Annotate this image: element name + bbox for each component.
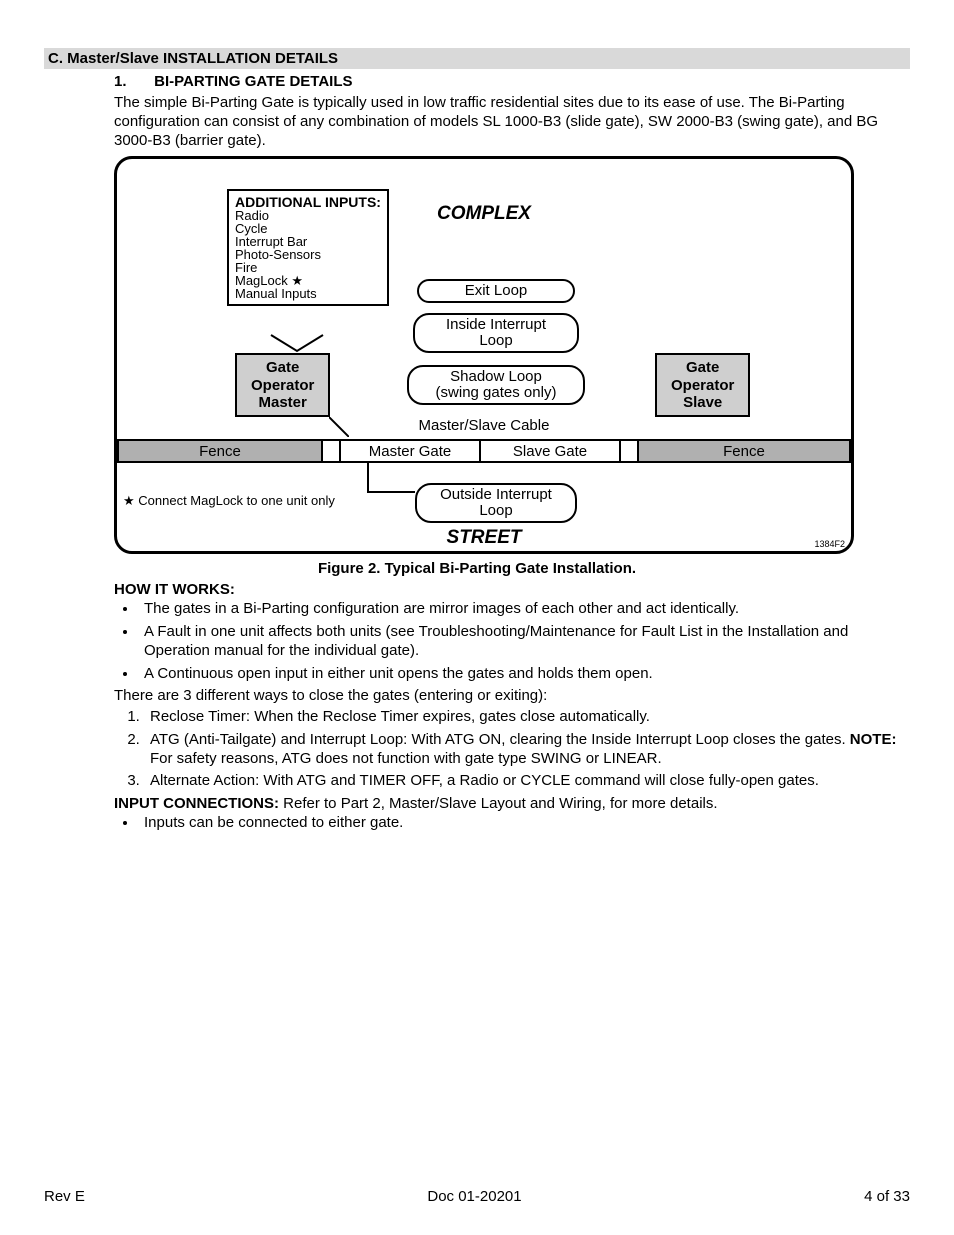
slave-gate-cell: Slave Gate	[481, 439, 621, 463]
master-gate-cell: Master Gate	[341, 439, 481, 463]
page-footer: Rev E Doc 01-20201 4 of 33	[44, 1188, 910, 1205]
inputconn-bullet: Inputs can be connected to either gate.	[138, 814, 910, 833]
inputs-list: Radio Cycle Interrupt Bar Photo-Sensors …	[235, 209, 381, 300]
fence-left: Fence	[117, 439, 323, 463]
section-heading: C. Master/Slave INSTALLATION DETAILS	[44, 48, 910, 69]
gate-operator-slave-label: GateOperatorSlave	[671, 359, 734, 411]
figure-bottom-area: Outside InterruptLoop ★ Connect MagLock …	[117, 463, 851, 551]
shadow-loop-box: Shadow Loop(swing gates only)	[407, 365, 585, 405]
input-connections-line: INPUT CONNECTIONS: Refer to Part 2, Mast…	[114, 795, 910, 814]
fence-gate-row: Fence Master Gate Slave Gate Fence	[117, 439, 851, 463]
input-connections-bullets: Inputs can be connected to either gate.	[114, 814, 910, 833]
figure-code: 1384F2	[814, 539, 845, 549]
connector-line-horiz-icon	[367, 491, 415, 493]
connector-line-icon	[367, 463, 369, 491]
inputs-title: ADDITIONAL INPUTS:	[235, 195, 381, 209]
post-right	[621, 439, 639, 463]
maglock-note: ★ Connect MagLock to one unit only	[123, 493, 335, 509]
hiw-bullet-2: A Fault in one unit affects both units (…	[138, 623, 910, 661]
input-manual: Manual Inputs	[235, 287, 381, 300]
figure-caption: Figure 2. Typical Bi-Parting Gate Instal…	[44, 560, 910, 577]
fence-right: Fence	[639, 439, 851, 463]
ways-intro: There are 3 different ways to close the …	[114, 687, 910, 706]
footer-rev: Rev E	[44, 1188, 85, 1205]
additional-inputs-box: ADDITIONAL INPUTS: Radio Cycle Interrupt…	[227, 189, 389, 306]
way-2: ATG (Anti-Tailgate) and Interrupt Loop: …	[144, 731, 910, 769]
figure-wrapper: COMPLEX ADDITIONAL INPUTS: Radio Cycle I…	[114, 156, 910, 554]
way-1: Reclose Timer: When the Reclose Timer ex…	[144, 708, 910, 727]
outside-interrupt-loop-box: Outside InterruptLoop	[415, 483, 577, 523]
sub-number: 1.	[114, 73, 150, 90]
connector-apex-icon	[269, 333, 325, 353]
footer-page: 4 of 33	[864, 1188, 910, 1205]
hiw-bullet-3: A Continuous open input in either unit o…	[138, 665, 910, 684]
master-slave-cable-label: Master/Slave Cable	[117, 417, 851, 434]
input-connections-label: INPUT CONNECTIONS:	[114, 795, 279, 812]
post-left	[323, 439, 341, 463]
footer-doc: Doc 01-20201	[427, 1188, 521, 1205]
sub-title: BI-PARTING GATE DETAILS	[154, 73, 352, 90]
figure-2: COMPLEX ADDITIONAL INPUTS: Radio Cycle I…	[114, 156, 854, 554]
exit-loop-box: Exit Loop	[417, 279, 575, 303]
gate-operator-master-label: GateOperatorMaster	[251, 359, 314, 411]
sub-heading: 1. BI-PARTING GATE DETAILS	[114, 73, 910, 90]
hiw-bullet-1: The gates in a Bi-Parting configuration …	[138, 600, 910, 619]
street-label: STREET	[117, 527, 851, 549]
how-it-works-heading: HOW IT WORKS:	[114, 581, 910, 598]
section-heading-text: C. Master/Slave INSTALLATION DETAILS	[48, 50, 338, 67]
gate-operator-master-box: GateOperatorMaster	[235, 353, 330, 417]
close-ways-list: Reclose Timer: When the Reclose Timer ex…	[114, 708, 910, 791]
input-connections-text: Refer to Part 2, Master/Slave Layout and…	[279, 795, 718, 812]
intro-paragraph: The simple Bi-Parting Gate is typically …	[114, 94, 910, 150]
how-it-works-bullets: The gates in a Bi-Parting configuration …	[114, 600, 910, 683]
figure-top-area: COMPLEX ADDITIONAL INPUTS: Radio Cycle I…	[117, 159, 851, 439]
way-3: Alternate Action: With ATG and TIMER OFF…	[144, 772, 910, 791]
gate-operator-slave-box: GateOperatorSlave	[655, 353, 750, 417]
inside-interrupt-loop-box: Inside InterruptLoop	[413, 313, 579, 353]
